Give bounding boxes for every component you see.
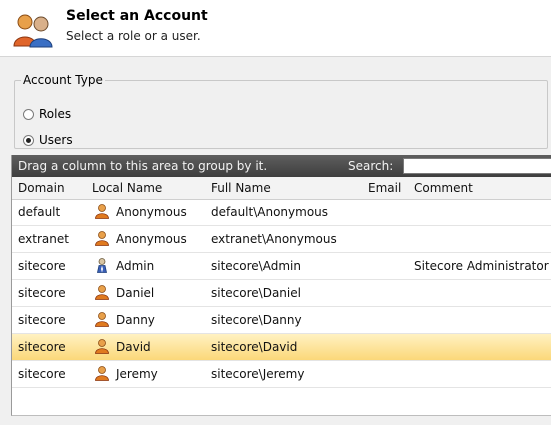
- user-icon: [95, 366, 109, 381]
- cell-domain: sitecore: [18, 259, 66, 273]
- column-domain[interactable]: Domain: [18, 181, 65, 195]
- column-full-name[interactable]: Full Name: [211, 181, 271, 195]
- users-label: Users: [39, 133, 73, 147]
- table-row[interactable]: sitecore Admin sitecore\Admin Sitecore A…: [12, 253, 551, 280]
- cell-full-name: sitecore\Danny: [211, 313, 302, 327]
- column-email[interactable]: Email: [368, 181, 401, 195]
- admin-icon: [97, 258, 107, 273]
- cell-local-name: Danny: [116, 313, 155, 327]
- cell-local-name: Anonymous: [116, 232, 187, 246]
- cell-local-name: Daniel: [116, 286, 155, 300]
- cell-full-name: sitecore\Jeremy: [211, 367, 305, 381]
- search-input[interactable]: [403, 158, 551, 174]
- dialog-subtitle: Select a role or a user.: [66, 29, 201, 43]
- cell-domain: sitecore: [18, 367, 66, 381]
- cell-local-name: David: [116, 340, 151, 354]
- account-type-group: Account Type Roles Users: [14, 73, 548, 149]
- users-option[interactable]: Users: [23, 133, 73, 147]
- cell-full-name: default\Anonymous: [211, 205, 329, 219]
- grid-rows: default Anonymous default\Anonymous extr…: [12, 199, 551, 388]
- account-type-legend: Account Type: [23, 73, 103, 87]
- roles-radio[interactable]: [23, 108, 34, 120]
- table-row[interactable]: sitecore Daniel sitecore\Daniel: [12, 280, 551, 307]
- cell-domain: default: [18, 205, 61, 219]
- accounts-grid: Drag a column to this area to group by i…: [11, 155, 551, 416]
- cell-full-name: sitecore\Daniel: [211, 286, 301, 300]
- table-row[interactable]: sitecore Jeremy sitecore\Jeremy: [12, 361, 551, 388]
- table-row[interactable]: extranet Anonymous extranet\Anonymous: [12, 226, 551, 253]
- user-icon: [95, 231, 109, 246]
- dialog-title: Select an Account: [66, 8, 208, 24]
- table-row-selected[interactable]: sitecore David sitecore\David: [12, 334, 551, 361]
- column-local-name[interactable]: Local Name: [92, 181, 162, 195]
- cell-local-name: Admin: [116, 259, 155, 273]
- user-icon: [95, 339, 109, 354]
- group-by-bar[interactable]: Drag a column to this area to group by i…: [12, 155, 551, 177]
- table-row[interactable]: default Anonymous default\Anonymous: [12, 199, 551, 226]
- cell-domain: sitecore: [18, 340, 66, 354]
- roles-label: Roles: [39, 107, 72, 121]
- cell-full-name: sitecore\David: [211, 340, 298, 354]
- dialog-body: Account Type Roles Users Drag a column t…: [0, 56, 551, 425]
- cell-full-name: extranet\Anonymous: [211, 232, 337, 246]
- group-by-hint: Drag a column to this area to group by i…: [18, 159, 268, 173]
- user-icon: [95, 312, 109, 327]
- search-label: Search:: [348, 159, 394, 173]
- roles-option[interactable]: Roles: [23, 107, 71, 121]
- user-icon: [95, 285, 109, 300]
- column-header-row: Domain Local Name Full Name Email Commen…: [12, 177, 551, 200]
- user-icon: [95, 204, 109, 219]
- cell-comment: Sitecore Administrator: [414, 259, 549, 273]
- cell-full-name: sitecore\Admin: [211, 259, 301, 273]
- users-radio[interactable]: [23, 134, 34, 146]
- cell-domain: sitecore: [18, 286, 66, 300]
- users-icon: [13, 14, 53, 48]
- table-row[interactable]: sitecore Danny sitecore\Danny: [12, 307, 551, 334]
- cell-local-name: Anonymous: [116, 205, 187, 219]
- dialog-header: Select an Account Select a role or a use…: [0, 0, 551, 56]
- cell-domain: extranet: [18, 232, 69, 246]
- cell-local-name: Jeremy: [116, 367, 158, 381]
- column-comment[interactable]: Comment: [414, 181, 473, 195]
- cell-domain: sitecore: [18, 313, 66, 327]
